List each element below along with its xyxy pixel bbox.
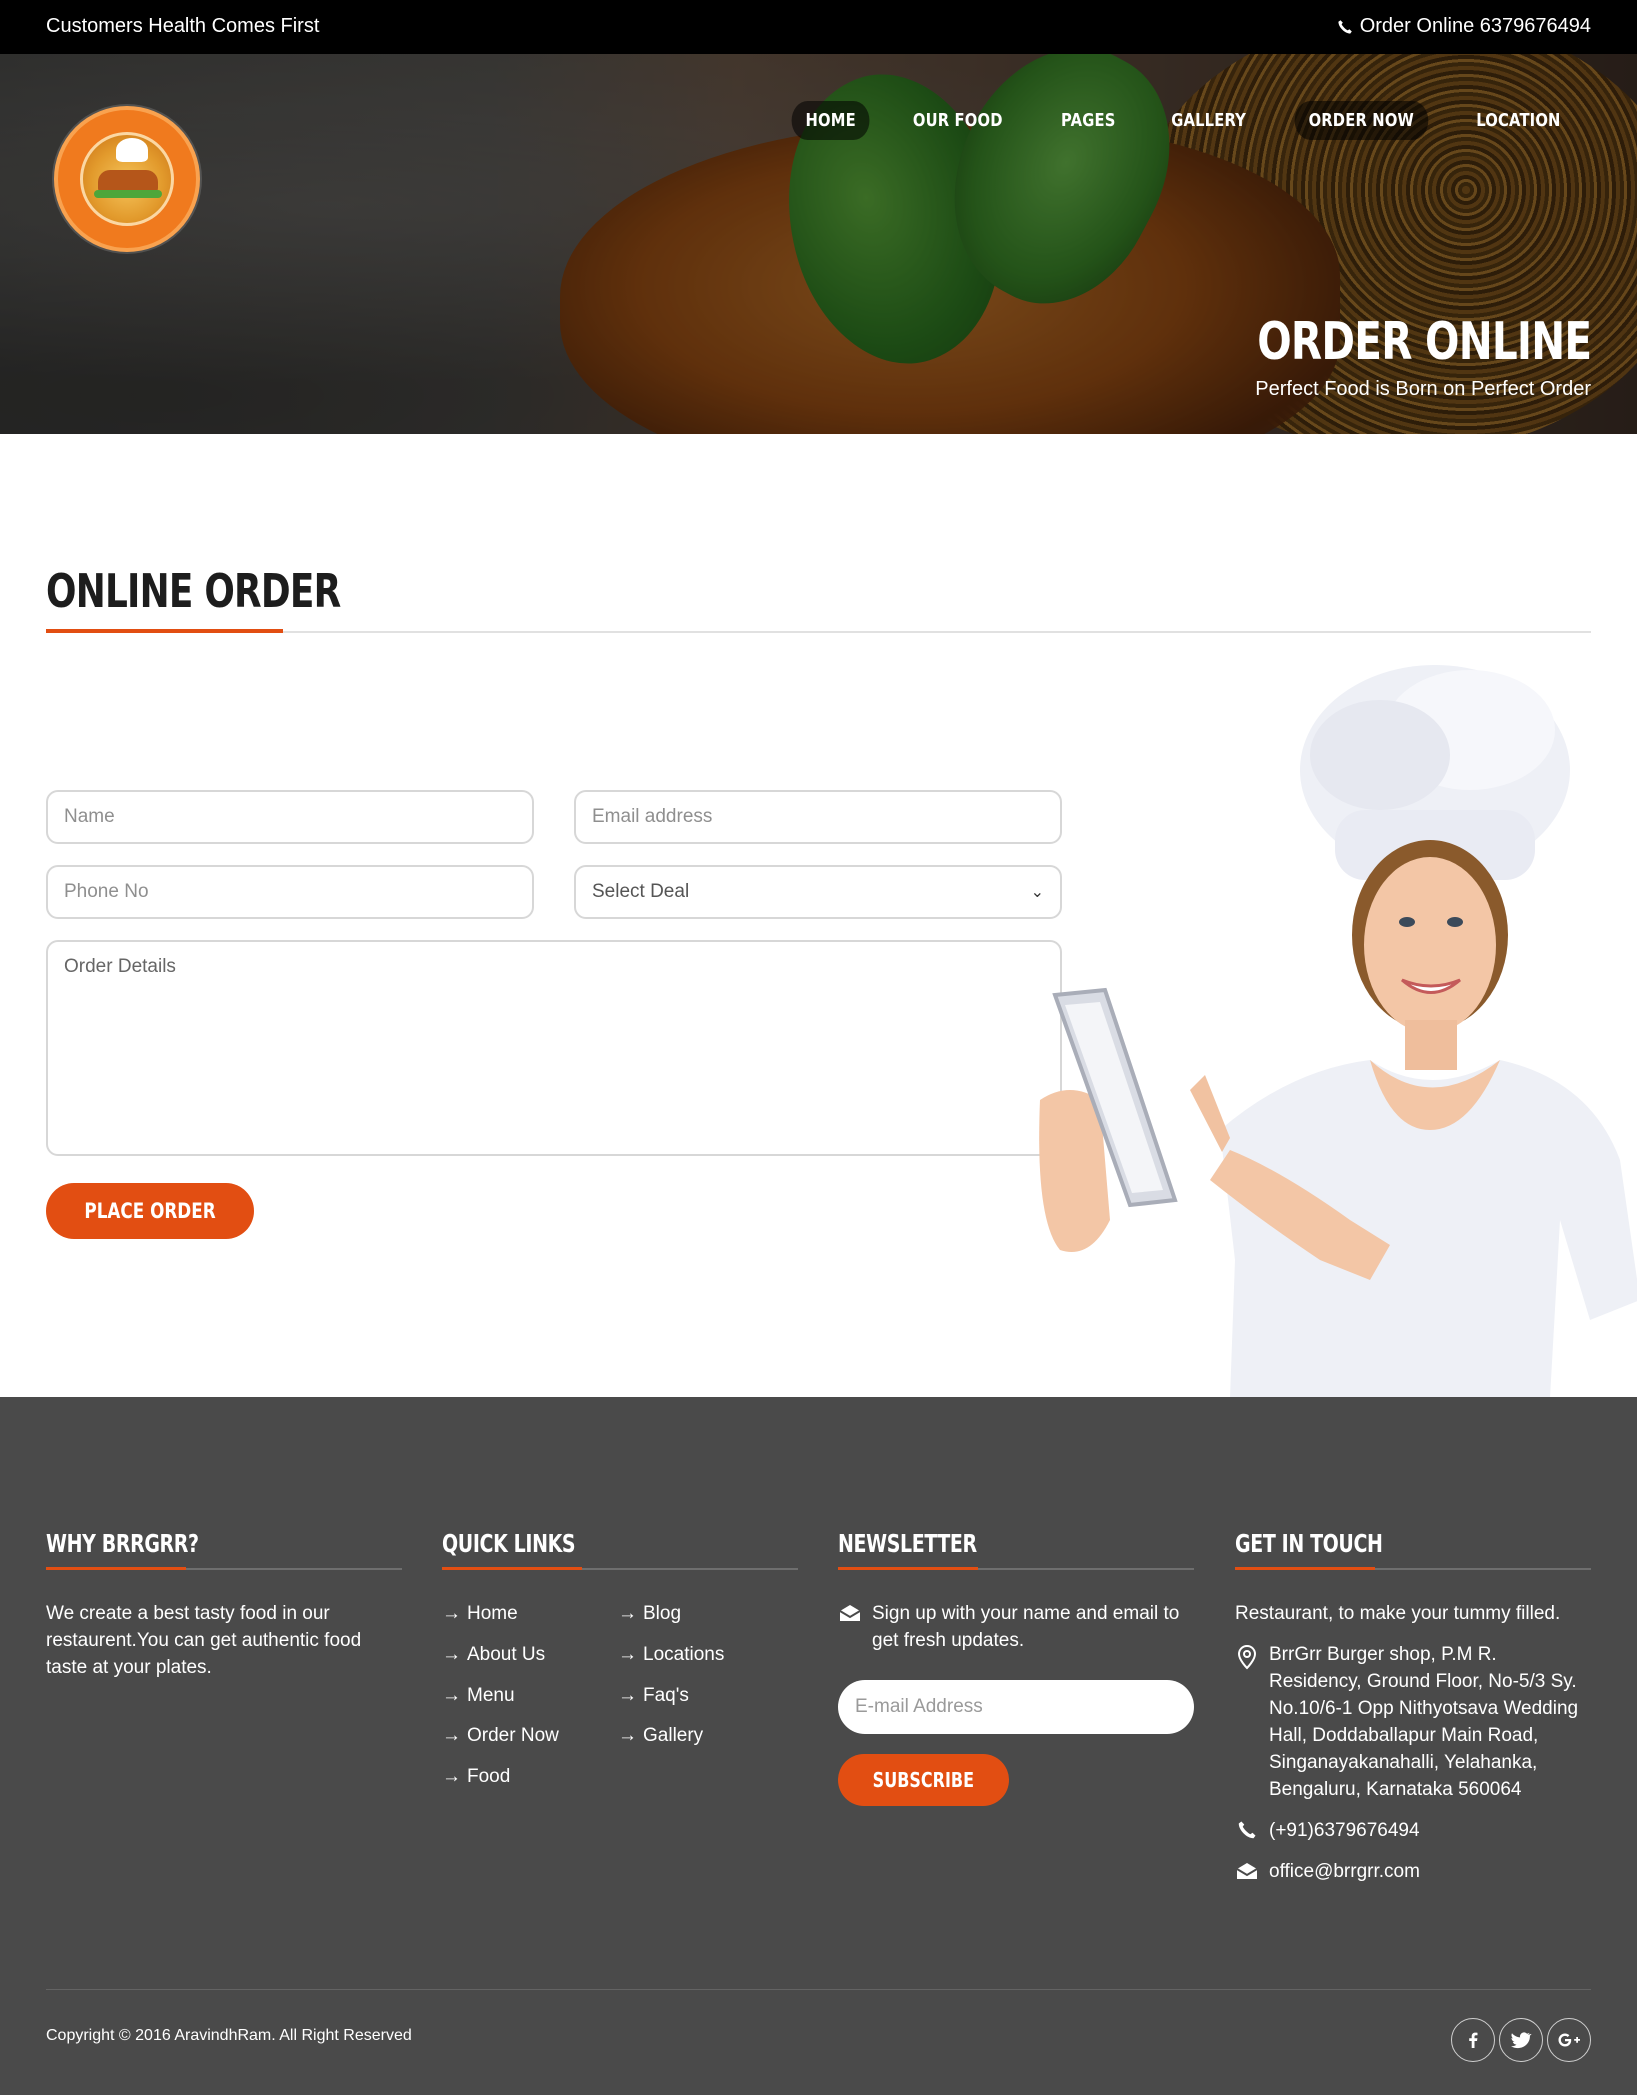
nav-home[interactable]: HOME: [791, 101, 870, 140]
phone-icon: [1238, 1821, 1256, 1839]
deal-select[interactable]: Select Deal ⌄: [574, 865, 1062, 919]
phone-icon: [1338, 19, 1352, 34]
brand-logo[interactable]: [54, 106, 200, 252]
google-plus-icon[interactable]: [1547, 2018, 1591, 2062]
footer-quick-links: QUICK LINKS → Home → About Us → Menu → Order…: [442, 1529, 798, 1800]
nav-location[interactable]: LOCATION: [1462, 101, 1574, 140]
envelope-open-icon: [839, 1605, 861, 1621]
nav-gallery[interactable]: GALLERY: [1158, 101, 1261, 140]
hero-banner: HOME OUR FOOD PAGES GALLERY ORDER NOW LO…: [0, 54, 1637, 434]
footer: WHY BRRGRR? We create a best tasty food …: [0, 1397, 1637, 2095]
title-accent-line: [46, 629, 283, 633]
arrow-right-icon: →: [442, 1685, 461, 1706]
footer-link-blog[interactable]: → Blog: [618, 1600, 681, 1627]
footer-link-home[interactable]: → Home: [442, 1600, 518, 1627]
page-subtitle: Perfect Food is Born on Perfect Order: [1255, 378, 1591, 400]
order-details-textarea[interactable]: Order Details: [46, 940, 1062, 1156]
arrow-right-icon: →: [618, 1644, 637, 1665]
contact-address: BrrGrr Burger shop, P.M R. Residency, Gr…: [1269, 1644, 1579, 1800]
envelope-open-icon: [1236, 1863, 1258, 1879]
arrow-right-icon: →: [618, 1685, 637, 1706]
newsletter-text: Sign up with your name and email to get …: [872, 1603, 1180, 1651]
footer-link-menu[interactable]: → Menu: [442, 1682, 515, 1709]
footer-quick-links-title: QUICK LINKS: [442, 1529, 576, 1558]
footer-contact: GET IN TOUCH Restaurant, to make your tu…: [1235, 1529, 1591, 1885]
footer-why-title: WHY BRRGRR?: [46, 1529, 199, 1558]
footer-link-gallery[interactable]: → Gallery: [618, 1722, 703, 1749]
place-order-button[interactable]: PLACE ORDER: [46, 1183, 254, 1239]
footer-newsletter-title: NEWSLETTER: [838, 1529, 977, 1558]
footer-newsletter: NEWSLETTER Sign up with your name and em…: [838, 1529, 1194, 1806]
page-title: ORDER ONLINE: [1256, 312, 1592, 372]
nav-our-food[interactable]: OUR FOOD: [899, 101, 1017, 140]
top-bar: Customers Health Comes First Order Onlin…: [0, 0, 1637, 54]
footer-link-food[interactable]: → Food: [442, 1763, 510, 1790]
nav-order-now[interactable]: ORDER NOW: [1294, 101, 1428, 140]
contact-phone[interactable]: (+91)6379676494: [1269, 1817, 1420, 1844]
arrow-right-icon: →: [618, 1725, 637, 1746]
twitter-icon[interactable]: [1499, 2018, 1543, 2062]
copyright-text: Copyright © 2016 AravindhRam. All Right …: [46, 2027, 412, 2044]
arrow-right-icon: →: [442, 1725, 461, 1746]
footer-link-locations[interactable]: → Locations: [618, 1641, 724, 1668]
footer-divider: [46, 1989, 1591, 1990]
chef-illustration: [1039, 665, 1637, 1398]
social-links: [1451, 2018, 1591, 2062]
order-phone-text: Order Online 6379676494: [1359, 15, 1591, 37]
facebook-icon[interactable]: [1451, 2018, 1495, 2062]
arrow-right-icon: →: [442, 1766, 461, 1787]
nav-pages[interactable]: PAGES: [1047, 101, 1129, 140]
map-pin-icon: [1237, 1644, 1257, 1670]
phone-input[interactable]: Phone No: [46, 865, 534, 919]
email-input[interactable]: Email address: [574, 790, 1062, 844]
order-phone[interactable]: Order Online 6379676494: [1337, 15, 1591, 38]
footer-contact-title: GET IN TOUCH: [1235, 1529, 1383, 1558]
tagline: Customers Health Comes First: [46, 15, 320, 37]
footer-why: WHY BRRGRR? We create a best tasty food …: [46, 1529, 402, 1681]
arrow-right-icon: →: [618, 1603, 637, 1624]
footer-why-text: We create a best tasty food in our resta…: [46, 1603, 362, 1678]
footer-link-faqs[interactable]: → Faq's: [618, 1682, 689, 1709]
name-input[interactable]: Name: [46, 790, 534, 844]
subscribe-button[interactable]: SUBSCRIBE: [838, 1754, 1009, 1806]
section-title: ONLINE ORDER: [46, 564, 341, 618]
contact-email[interactable]: office@brrgrr.com: [1269, 1858, 1420, 1885]
arrow-right-icon: →: [442, 1603, 461, 1624]
arrow-right-icon: →: [442, 1644, 461, 1665]
footer-link-about-us[interactable]: → About Us: [442, 1641, 545, 1668]
footer-link-order-now[interactable]: → Order Now: [442, 1722, 559, 1749]
contact-intro: Restaurant, to make your tummy filled.: [1235, 1603, 1561, 1624]
newsletter-email-input[interactable]: E-mail Address: [838, 1680, 1194, 1734]
main-nav: HOME OUR FOOD PAGES GALLERY ORDER NOW LO…: [783, 101, 1587, 140]
